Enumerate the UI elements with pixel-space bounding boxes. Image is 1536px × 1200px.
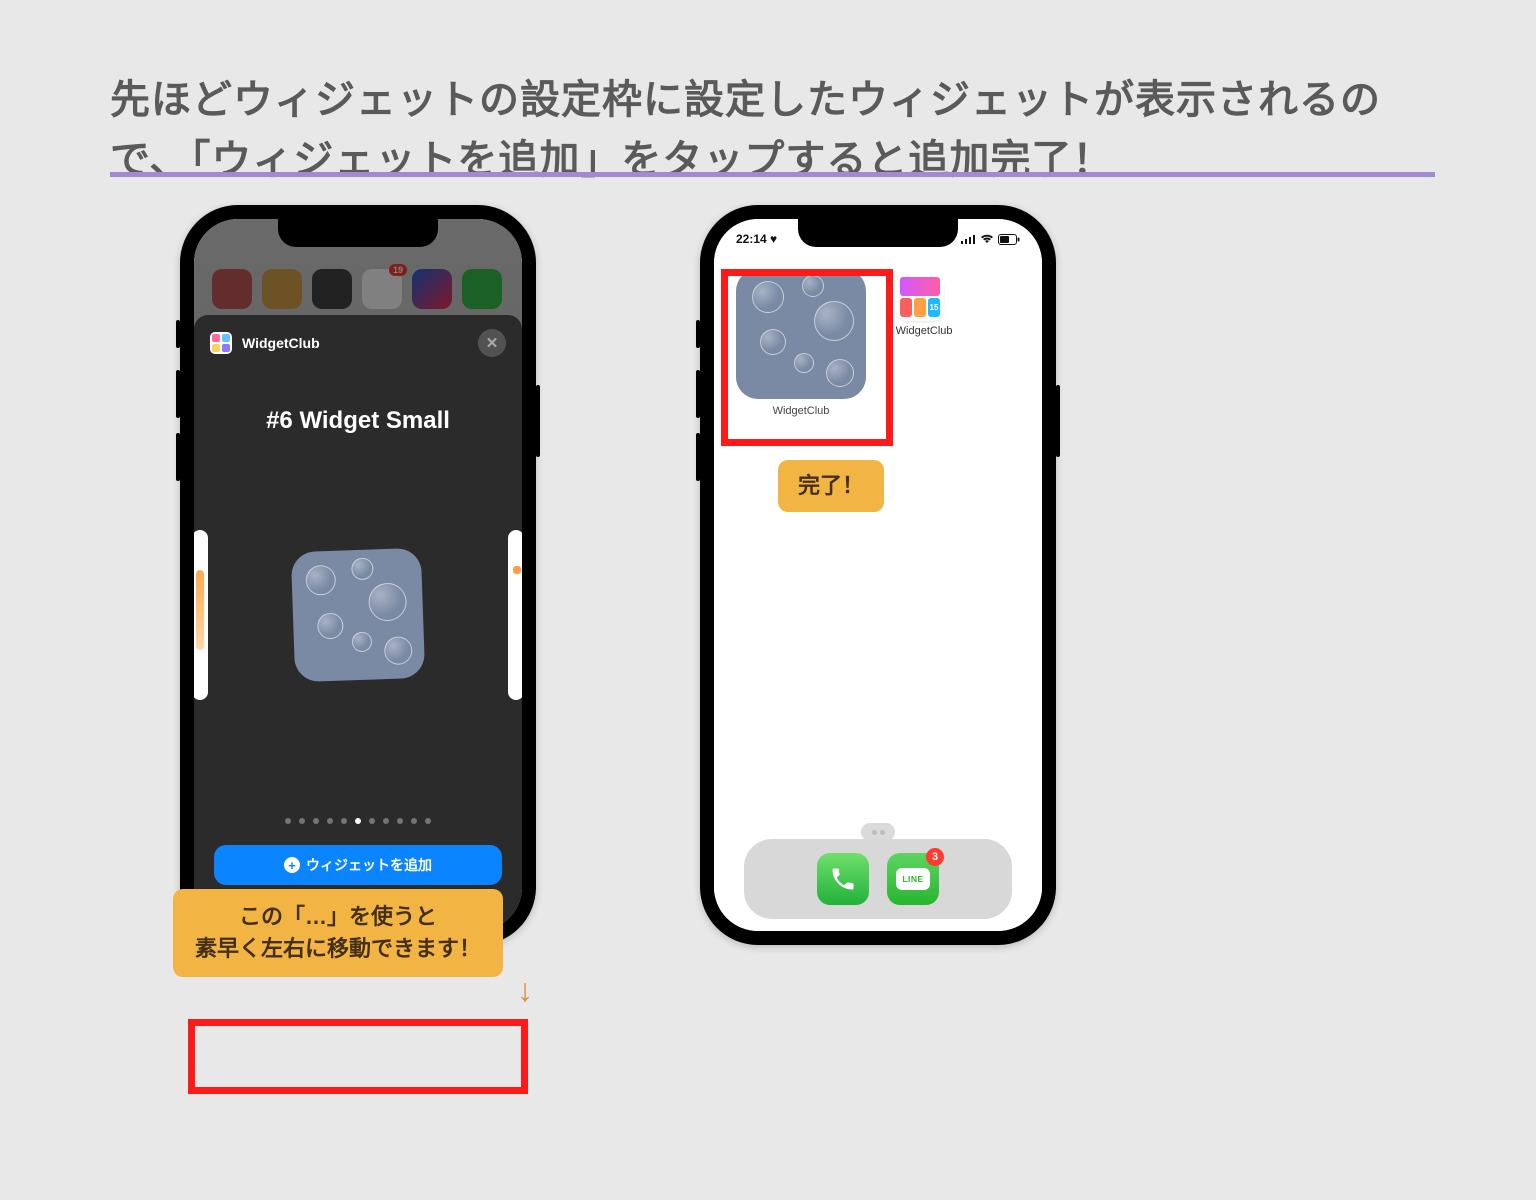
status-time-group: 22:14 ♥ bbox=[736, 232, 777, 246]
line-app-icon[interactable]: LINE 3 bbox=[887, 853, 939, 905]
phone-mockup-left: 19 WidgetClub ✕ #6 Widget Small bbox=[180, 205, 536, 945]
phone-app-icon[interactable] bbox=[817, 853, 869, 905]
done-callout: 完了！ bbox=[778, 460, 884, 512]
phone-screen: 22:14 ♥ bbox=[714, 219, 1042, 931]
close-button[interactable]: ✕ bbox=[478, 329, 506, 357]
phone-side-button bbox=[696, 320, 700, 348]
dimmed-app-icon: 19 bbox=[362, 269, 402, 309]
widget-title: #6 Widget Small bbox=[194, 407, 522, 435]
widget-picker-sheet: WidgetClub ✕ #6 Widget Small bbox=[194, 315, 522, 931]
phone-notch bbox=[278, 219, 438, 247]
widget-carousel[interactable] bbox=[194, 515, 522, 715]
widgetclub-icon bbox=[210, 332, 232, 354]
page-indicator[interactable] bbox=[194, 818, 522, 824]
arrow-down-icon: ↓ bbox=[517, 972, 533, 1009]
highlight-box-add-button bbox=[188, 1019, 528, 1094]
signal-icon bbox=[961, 234, 976, 244]
sheet-app-name: WidgetClub bbox=[242, 335, 468, 351]
add-widget-button[interactable]: + ウィジェットを追加 bbox=[214, 845, 502, 885]
dimmed-app-icon bbox=[312, 269, 352, 309]
tip-callout: この「…」を使うと 素早く左右に移動できます！ bbox=[173, 889, 503, 977]
phone-notch bbox=[798, 219, 958, 247]
widgetclub-app-label: WidgetClub bbox=[882, 325, 958, 337]
phone-side-button bbox=[176, 370, 180, 418]
app-badge: 19 bbox=[389, 264, 407, 276]
phone-side-button bbox=[176, 433, 180, 481]
close-icon: ✕ bbox=[486, 334, 499, 352]
wifi-icon bbox=[980, 234, 994, 244]
phone-side-button bbox=[696, 370, 700, 418]
home-widget-small[interactable] bbox=[736, 269, 866, 399]
home-widget-label: WidgetClub bbox=[736, 405, 866, 417]
dimmed-app-icon bbox=[212, 269, 252, 309]
phone-side-button bbox=[536, 385, 540, 457]
home-content: WidgetClub 15 WidgetClub LINE bbox=[730, 263, 1026, 931]
phone-side-button bbox=[1056, 385, 1060, 457]
line-app-text: LINE bbox=[902, 874, 923, 884]
tip-line-1: この「…」を使うと bbox=[195, 901, 481, 933]
carousel-next-peek bbox=[508, 530, 522, 700]
sheet-header: WidgetClub ✕ bbox=[194, 315, 522, 371]
phone-side-button bbox=[696, 433, 700, 481]
phone-screen: 19 WidgetClub ✕ #6 Widget Small bbox=[194, 219, 522, 931]
dock: LINE 3 bbox=[744, 839, 1012, 919]
heading-underline bbox=[110, 172, 1435, 177]
heart-icon: ♥ bbox=[770, 232, 777, 246]
battery-icon bbox=[998, 234, 1020, 245]
phone-side-button bbox=[176, 320, 180, 348]
dimmed-app-icon bbox=[462, 269, 502, 309]
tip-line-2: 素早く左右に移動できます！ bbox=[195, 933, 481, 965]
widget-preview bbox=[291, 548, 425, 682]
status-time: 22:14 bbox=[736, 232, 767, 246]
notification-badge: 3 bbox=[926, 848, 944, 866]
carousel-prev-peek bbox=[194, 530, 208, 700]
dimmed-app-icon bbox=[412, 269, 452, 309]
phone-mockup-right: 22:14 ♥ bbox=[700, 205, 1056, 945]
phone-handset-icon bbox=[829, 865, 857, 893]
dimmed-app-icon bbox=[262, 269, 302, 309]
status-right bbox=[961, 234, 1020, 245]
plus-icon: + bbox=[284, 857, 300, 873]
widgetclub-app-icon[interactable]: 15 bbox=[896, 273, 944, 321]
add-widget-label: ウィジェットを追加 bbox=[306, 855, 432, 875]
